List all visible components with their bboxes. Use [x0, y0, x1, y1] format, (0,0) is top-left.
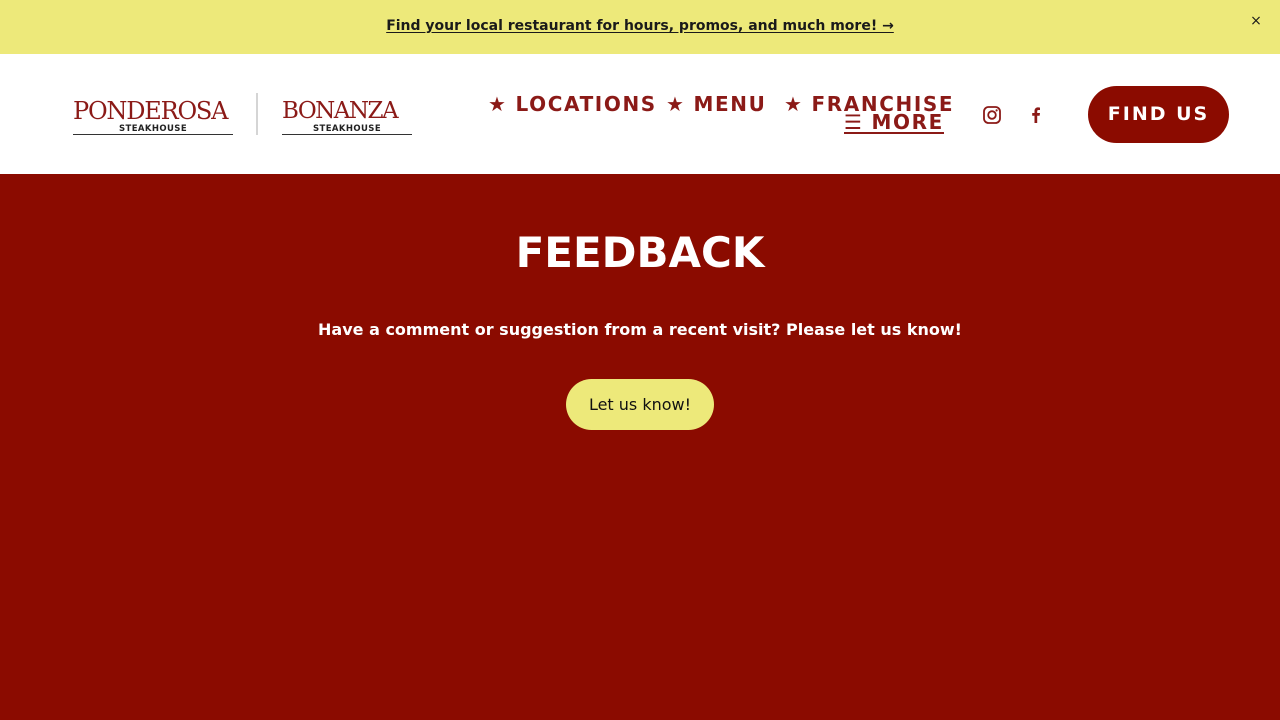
facebook-icon[interactable] [1026, 105, 1046, 125]
nav-more-label: MORE [871, 110, 944, 134]
star-icon: ★ [488, 92, 508, 116]
logo-divider [256, 93, 258, 135]
bonanza-logo-name: BONANZA [282, 98, 399, 124]
ponderosa-logo-sub: STEAKHOUSE [73, 124, 233, 135]
let-us-know-button[interactable]: Let us know! [566, 379, 714, 430]
star-icon: ★ [784, 92, 804, 116]
find-us-button[interactable]: FIND US [1088, 86, 1229, 143]
star-icon: ★ [666, 92, 686, 116]
close-icon[interactable]: × [1248, 13, 1264, 29]
announcement-link[interactable]: Find your local restaurant for hours, pr… [0, 18, 1280, 34]
page-title: FEEDBACK [515, 228, 765, 277]
feedback-subtitle: Have a comment or suggestion from a rece… [318, 320, 962, 339]
bonanza-logo-sub: STEAKHOUSE [282, 124, 412, 135]
nav-locations-label: LOCATIONS [515, 92, 657, 116]
ponderosa-logo-name: PONDEROSA [73, 97, 229, 125]
nav-menu-label: MENU [693, 92, 767, 116]
nav-more[interactable]: ☰ MORE [844, 112, 944, 134]
feedback-section: FEEDBACK Have a comment or suggestion fr… [0, 174, 1280, 720]
instagram-icon[interactable] [982, 105, 1002, 125]
bonanza-logo[interactable]: BONANZA STEAKHOUSE [282, 98, 412, 135]
nav-locations[interactable]: ★ LOCATIONS [488, 92, 657, 116]
hamburger-icon: ☰ [844, 110, 864, 134]
site-header: PONDEROSA STEAKHOUSE BONANZA STEAKHOUSE … [0, 54, 1280, 174]
announcement-bar: Find your local restaurant for hours, pr… [0, 0, 1280, 54]
nav-menu[interactable]: ★ MENU [666, 92, 766, 116]
ponderosa-logo[interactable]: PONDEROSA STEAKHOUSE [73, 98, 233, 135]
